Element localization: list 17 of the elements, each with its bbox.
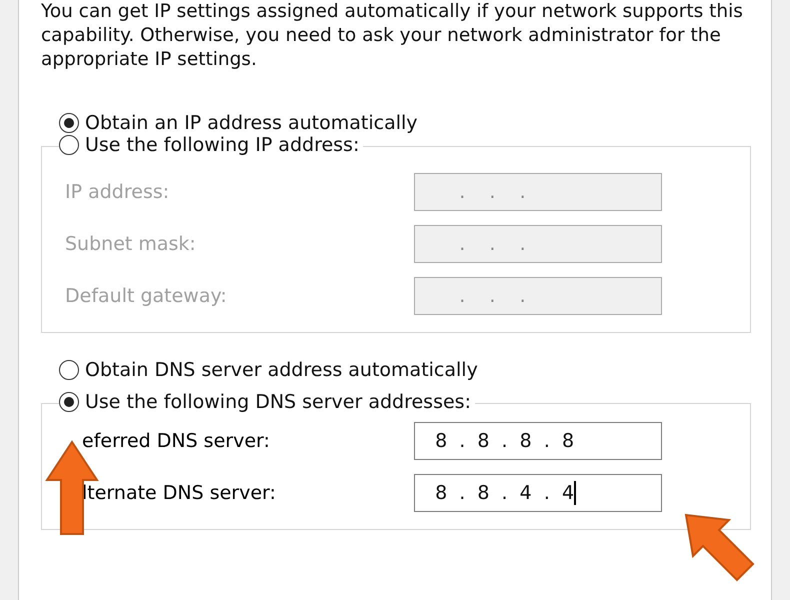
radio-button[interactable] (59, 360, 79, 380)
radio-label[interactable]: Obtain an IP address automatically (85, 112, 418, 134)
field-label: Subnet mask: (64, 233, 196, 255)
field-label: Default gateway: (64, 285, 227, 307)
field-label: IP address: (64, 181, 170, 203)
radio-button[interactable] (59, 392, 79, 412)
radio-label[interactable]: Use the following IP address: (85, 134, 360, 156)
radio-label[interactable]: Use the following DNS server addresses: (85, 391, 471, 413)
arrow-icon (683, 512, 755, 584)
field-label: lternate DNS server: (81, 482, 276, 504)
radio-button[interactable] (59, 113, 79, 133)
ip-input-field[interactable]: 8 . 8 . 8 . 8 (414, 422, 662, 460)
ip-input-field[interactable]: 8 . 8 . 4 . 4 (414, 474, 662, 512)
radio-button[interactable] (59, 135, 79, 155)
field-label: eferred DNS server: (81, 430, 270, 452)
radio-label[interactable]: Obtain DNS server address automatically (85, 359, 478, 381)
intro-text: You can get IP settings assigned automatically if your network supports this capability. Otherwise, you need to ask your network administrator for the appropriate IP settings. (41, 0, 744, 72)
